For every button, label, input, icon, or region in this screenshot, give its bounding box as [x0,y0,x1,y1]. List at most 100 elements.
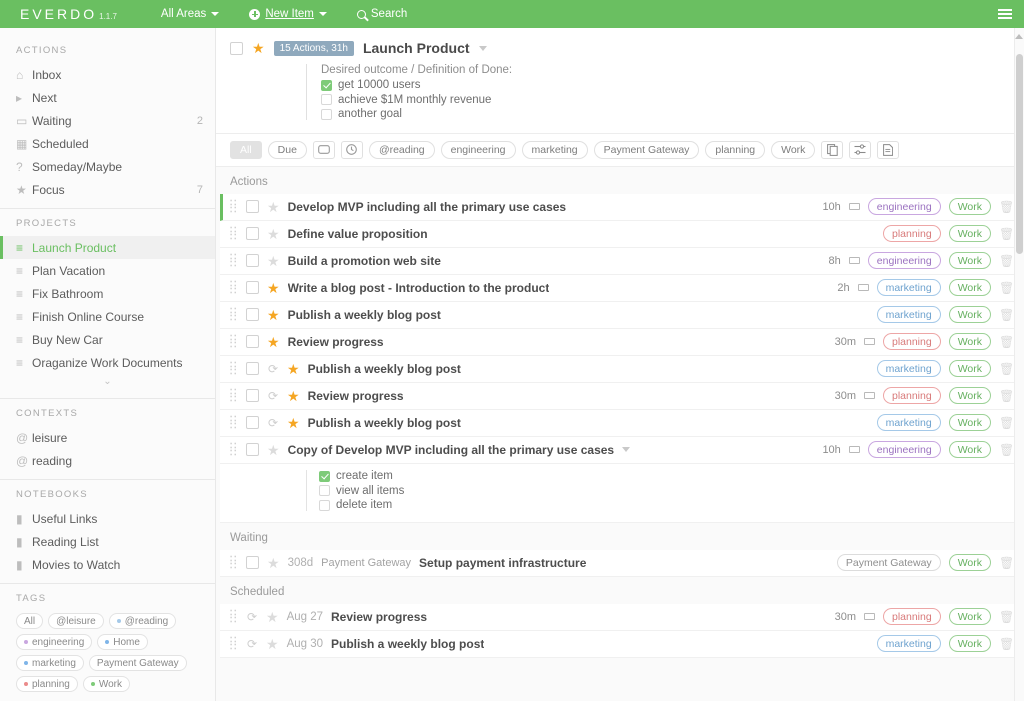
row-note-icon[interactable] [864,392,875,399]
row-tag-marketing[interactable]: marketing [877,635,941,652]
row-star-icon[interactable]: ★ [287,416,300,430]
sidebar-tag-planning[interactable]: planning [16,676,78,692]
row-star-icon[interactable]: ★ [267,443,280,457]
sidebar-item-next[interactable]: ▸Next [0,86,215,109]
scrollbar[interactable] [1014,28,1024,701]
hamburger-icon[interactable] [998,9,1012,19]
row-star-icon[interactable]: ★ [267,281,280,295]
drag-handle-icon[interactable]: ∷∷ [230,308,238,322]
row-checkbox[interactable] [246,308,259,321]
clock-filter-icon[interactable] [341,141,363,159]
row-tag-marketing[interactable]: marketing [877,360,941,377]
sidebar-show-more-chevron-icon[interactable]: ⌄ [0,374,215,391]
drag-handle-icon[interactable]: ∷∷ [230,281,238,295]
row-tag-work[interactable]: Work [949,608,991,625]
row-star-icon[interactable]: ★ [266,610,279,624]
project-expand-chevron-icon[interactable] [479,46,487,51]
all-areas-dropdown[interactable]: All Areas [161,8,219,20]
row-checkbox[interactable] [246,389,259,402]
row-tag-planning[interactable]: planning [883,608,941,625]
repeat-icon[interactable]: ⟳ [267,389,279,403]
drag-handle-icon[interactable]: ∷∷ [230,556,238,570]
project-checkbox[interactable] [230,42,243,55]
scroll-up-arrow-icon[interactable] [1015,34,1023,39]
drag-handle-icon[interactable]: ∷∷ [230,610,238,624]
sidebar-tag-engineering[interactable]: engineering [16,634,92,650]
table-row[interactable]: ∷∷★Define value propositionplanningWork🗑 [220,221,1020,248]
repeat-icon[interactable]: ⟳ [267,416,279,430]
row-tag-work[interactable]: Work [949,306,991,323]
row-tag-work[interactable]: Work [949,252,991,269]
row-note-icon[interactable] [864,338,875,345]
row-star-icon[interactable]: ★ [267,335,280,349]
row-checkbox[interactable] [246,254,259,267]
row-checkbox[interactable] [246,227,259,240]
checklist-checkbox[interactable] [319,500,330,511]
sidebar-item-launch-product[interactable]: ≡Launch Product [0,236,215,259]
sidebar-item-reading[interactable]: @reading [0,449,215,472]
row-checkbox[interactable] [246,335,259,348]
row-delete-icon[interactable]: 🗑 [999,254,1012,268]
row-tag-work[interactable]: Work [949,198,991,215]
sidebar-item-useful-links[interactable]: ▮Useful Links [0,507,215,530]
row-delete-icon[interactable]: 🗑 [999,556,1012,570]
row-delete-icon[interactable]: 🗑 [999,443,1012,457]
table-row[interactable]: ∷∷★Build a promotion web site8hengineeri… [220,248,1020,275]
row-note-icon[interactable] [864,613,875,620]
sidebar-item-inbox[interactable]: ⌂Inbox [0,63,215,86]
drag-handle-icon[interactable]: ∷∷ [230,416,238,430]
row-tag-marketing[interactable]: marketing [877,279,941,296]
drag-handle-icon[interactable]: ∷∷ [230,335,238,349]
row-tag-marketing[interactable]: marketing [877,306,941,323]
row-delete-icon[interactable]: 🗑 [999,200,1012,214]
tag-filter-icon[interactable] [313,141,335,159]
sidebar-item-reading-list[interactable]: ▮Reading List [0,530,215,553]
table-row[interactable]: ∷∷★308dPayment GatewaySetup payment infr… [220,550,1020,577]
filter-tag-payment-gateway[interactable]: Payment Gateway [594,141,700,159]
row-tag-marketing[interactable]: marketing [877,414,941,431]
row-star-icon[interactable]: ★ [267,556,280,570]
copy-icon[interactable] [821,141,843,159]
sidebar-item-movies-to-watch[interactable]: ▮Movies to Watch [0,553,215,576]
goal-checkbox[interactable] [321,94,332,105]
table-row[interactable]: ∷∷★Publish a weekly blog postmarketingWo… [220,302,1020,329]
sidebar-item-plan-vacation[interactable]: ≡Plan Vacation [0,259,215,282]
table-row[interactable]: ∷∷⟳★Aug 30Publish a weekly blog postmark… [220,631,1020,658]
filter-chip-all[interactable]: All [230,141,262,159]
row-tag-work[interactable]: Work [949,635,991,652]
row-delete-icon[interactable]: 🗑 [999,610,1012,624]
goal-checkbox[interactable] [321,109,332,120]
sort-icon[interactable] [849,141,871,159]
row-star-icon[interactable]: ★ [267,254,280,268]
sidebar-tag-work[interactable]: Work [83,676,130,692]
filter-chip-due[interactable]: Due [268,141,307,159]
sidebar-tag-marketing[interactable]: marketing [16,655,84,671]
sidebar-item-fix-bathroom[interactable]: ≡Fix Bathroom [0,282,215,305]
row-tag-planning[interactable]: planning [883,333,941,350]
goal-checkbox[interactable] [321,80,332,91]
row-note-icon[interactable] [849,203,860,210]
project-star-icon[interactable]: ★ [252,41,265,55]
row-checkbox[interactable] [246,281,259,294]
sidebar-item-leisure[interactable]: @leisure [0,426,215,449]
row-tag-planning[interactable]: planning [883,387,941,404]
sidebar-tag-leisure[interactable]: @leisure [48,613,104,629]
scrollbar-thumb[interactable] [1016,54,1023,254]
table-row[interactable]: ∷∷★Review progress30mplanningWork🗑 [220,329,1020,356]
filter-tag-planning[interactable]: planning [705,141,765,159]
row-delete-icon[interactable]: 🗑 [999,281,1012,295]
row-tag-engineering[interactable]: engineering [868,252,941,269]
sidebar-tag-reading[interactable]: @reading [109,613,177,629]
table-row[interactable]: ∷∷⟳★Publish a weekly blog postmarketingW… [220,356,1020,383]
sidebar-item-oraganize-work-documents[interactable]: ≡Oraganize Work Documents [0,351,215,374]
drag-handle-icon[interactable]: ∷∷ [230,637,238,651]
sidebar-tag-payment-gateway[interactable]: Payment Gateway [89,655,187,671]
table-row[interactable]: ∷∷⟳★Review progress30mplanningWork🗑 [220,383,1020,410]
repeat-icon[interactable]: ⟳ [267,362,279,376]
row-tag-payment-gateway[interactable]: Payment Gateway [837,554,941,571]
row-delete-icon[interactable]: 🗑 [999,335,1012,349]
table-row[interactable]: ∷∷★Write a blog post - Introduction to t… [220,275,1020,302]
filter-tag-marketing[interactable]: marketing [522,141,588,159]
row-checkbox[interactable] [246,362,259,375]
drag-handle-icon[interactable]: ∷∷ [230,443,238,457]
